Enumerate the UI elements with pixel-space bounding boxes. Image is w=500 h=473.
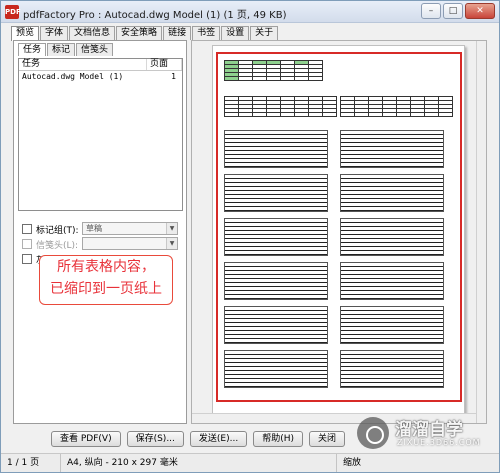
preview-table-block (224, 306, 328, 344)
preview-table-block (224, 262, 328, 300)
tab-document-info[interactable]: 文档信息 (69, 26, 116, 40)
grayscale-checkbox[interactable] (22, 254, 32, 264)
chevron-down-icon: ▼ (166, 223, 177, 234)
task-name: Autocad.dwg Model (1) (22, 72, 124, 81)
status-page-count: 1 / 1 页 (1, 454, 61, 472)
watermark: 溜溜自学 ZIXUE.3D66.COM (357, 413, 497, 453)
send-button[interactable]: 发送(E)... (189, 431, 248, 447)
mark-group-option[interactable]: 标记组(T): (22, 222, 79, 236)
preview-table-block (340, 174, 444, 212)
annotation-callout: 所有表格内容， 已缩印到一页纸上 (39, 255, 173, 305)
preview-table-block (224, 130, 328, 168)
chevron-down-icon: ▼ (166, 238, 177, 249)
task-pages: 1 (171, 72, 176, 81)
tab-fonts[interactable]: 字体 (40, 26, 69, 40)
task-list[interactable]: 任务 页面 Autocad.dwg Model (1) 1 (18, 58, 183, 211)
minimize-button[interactable]: – (421, 3, 441, 19)
app-window: PDF pdfFactory Pro : Autocad.dwg Model (… (0, 0, 500, 473)
left-panel: 任务 标记 信笺头 任务 页面 Autocad.dwg Model (1) 1 … (13, 40, 187, 424)
status-paper-size: A4, 纵向 - 210 x 297 毫米 (61, 454, 337, 472)
watermark-en: ZIXUE.3D66.COM (397, 438, 481, 447)
mark-group-checkbox[interactable] (22, 224, 32, 234)
subtab-tasks[interactable]: 任务 (18, 43, 47, 56)
main-tabs: 预览 字体 文档信息 安全策略 链接 书签 设置 关于 (11, 26, 279, 41)
letterhead-checkbox[interactable] (22, 239, 32, 249)
preview-table-block (224, 218, 328, 256)
tab-about[interactable]: 关于 (250, 26, 279, 40)
letterhead-label: 信笺头(L): (36, 240, 79, 251)
annotation-line-1: 所有表格内容， (57, 259, 155, 275)
preview-page (212, 45, 465, 414)
preview-table-block (340, 130, 444, 168)
preview-table-block (340, 350, 444, 388)
tab-security[interactable]: 安全策略 (116, 26, 163, 40)
preview-table-block (340, 218, 444, 256)
table-row[interactable]: Autocad.dwg Model (1) 1 (19, 71, 182, 83)
task-list-header: 任务 页面 (19, 59, 182, 71)
status-zoom: 缩放 (343, 458, 362, 468)
preview-detail-table-left (224, 96, 337, 117)
save-button[interactable]: 保存(S)... (126, 431, 184, 447)
tab-settings[interactable]: 设置 (221, 26, 250, 40)
subtab-marks[interactable]: 标记 (47, 43, 76, 56)
preview-table-block (224, 174, 328, 212)
mark-group-label: 标记组(T): (36, 225, 79, 236)
preview-table-block (340, 262, 444, 300)
letterhead-select[interactable]: ▼ (82, 237, 178, 250)
help-button[interactable]: 帮助(H) (253, 431, 303, 447)
title-bar: PDF pdfFactory Pro : Autocad.dwg Model (… (1, 1, 499, 23)
annotation-line-2: 已缩印到一页纸上 (50, 281, 162, 297)
view-pdf-button[interactable]: 查看 PDF(V) (51, 431, 121, 447)
action-buttons: 查看 PDF(V) 保存(S)... 发送(E)... 帮助(H) 关闭 (51, 431, 346, 447)
preview-table-block (224, 350, 328, 388)
mark-group-select[interactable]: 草稿 ▼ (82, 222, 178, 235)
letterhead-option[interactable]: 信笺头(L): (22, 237, 78, 251)
vertical-scrollbar[interactable] (476, 41, 486, 423)
maximize-button[interactable]: □ (443, 3, 463, 19)
column-task[interactable]: 任务 (19, 59, 147, 70)
close-window-button[interactable]: ✕ (465, 3, 495, 19)
close-button[interactable]: 关闭 (309, 431, 346, 447)
watermark-logo-icon (357, 417, 389, 449)
sub-tabs: 任务 标记 信笺头 (18, 43, 114, 56)
window-title: pdfFactory Pro : Autocad.dwg Model (1) (… (23, 10, 287, 21)
tab-preview[interactable]: 预览 (11, 26, 40, 41)
preview-detail-table-right (340, 96, 453, 117)
preview-area[interactable] (191, 40, 487, 424)
preview-table-block (340, 306, 444, 344)
pdf-app-icon: PDF (5, 5, 21, 19)
status-bar: 1 / 1 页 A4, 纵向 - 210 x 297 毫米 缩放 (1, 453, 499, 472)
tab-bookmarks[interactable]: 书签 (192, 26, 221, 40)
tab-links[interactable]: 链接 (163, 26, 192, 40)
subtab-letterhead[interactable]: 信笺头 (76, 43, 114, 56)
column-pages[interactable]: 页面 (147, 59, 182, 70)
watermark-cn: 溜溜自学 (395, 420, 463, 440)
preview-summary-table (224, 60, 323, 81)
page-border (216, 52, 462, 402)
